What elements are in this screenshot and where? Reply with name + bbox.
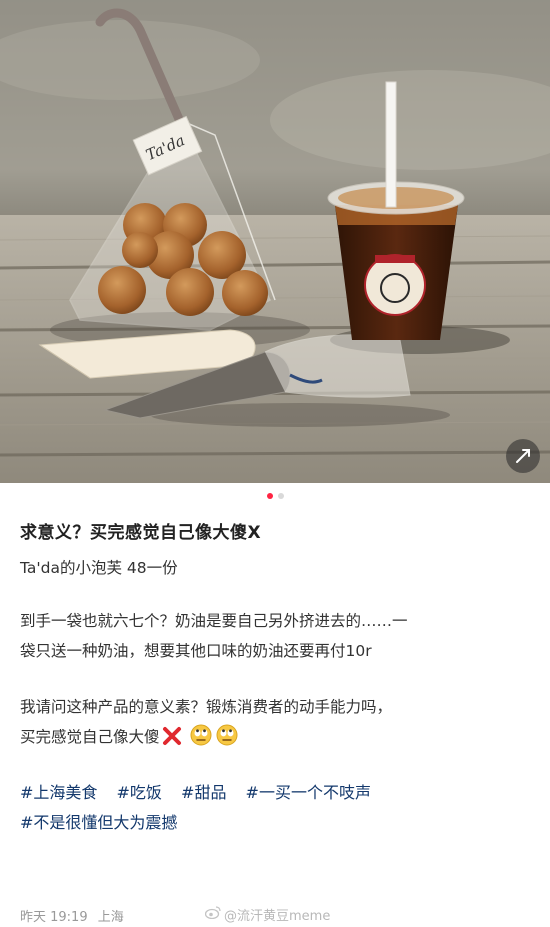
hashtag[interactable]: #一买一个不吱声 [246, 783, 371, 802]
paragraph-1-line-1: 到手一袋也就六七个？奶油是要自己另外挤进去的……一 [20, 612, 408, 630]
post-meta: 昨天 19:19 上海 [20, 906, 130, 925]
carousel-dot-2[interactable] [277, 493, 284, 499]
post-location: 上海 [97, 910, 124, 925]
paragraph-2-line-2-wrap: 买完感觉自己像大傻 [20, 722, 535, 756]
post-photo[interactable]: Ta'da [0, 0, 550, 483]
post-title: 求意义？买完感觉自己像大傻X [20, 523, 262, 543]
photo-illustration: Ta'da [0, 0, 550, 483]
post-date: 昨天 19:19 [20, 910, 88, 925]
watermark-text: @流汗黄豆meme [224, 909, 331, 924]
hashtag[interactable]: #甜品 [181, 783, 226, 802]
carousel-dot-1[interactable] [266, 493, 273, 499]
watermark: @流汗黄豆meme [204, 905, 331, 924]
post-tags: #上海美食 #吃饭 #甜品 #一买一个不吱声 #不是很懂但大为震撼 [20, 778, 535, 838]
expand-icon [515, 448, 531, 464]
hashtag[interactable]: #吃饭 [117, 783, 162, 802]
eye-roll-emoji-icon [190, 724, 212, 756]
paragraph-2-line-1: 我请问这种产品的意义素？锻炼消费者的动手能力吗， [20, 698, 393, 716]
post-content: 求意义？买完感觉自己像大傻X Ta'da的小泡芙 48一份 到手一袋也就六七个？… [20, 520, 535, 838]
post-paragraph-2: 我请问这种产品的意义素？锻炼消费者的动手能力吗， 买完感觉自己像大傻 [20, 692, 535, 756]
paragraph-2-line-2: 买完感觉自己像大傻 [20, 728, 160, 746]
carousel-indicator [0, 493, 550, 499]
hashtag[interactable]: #不是很懂但大为震撼 [20, 813, 177, 832]
paragraph-1-line-2: 袋只送一种奶油，想要其他口味的奶油还要再付10r [20, 642, 372, 660]
eye-roll-emoji-icon [216, 724, 238, 756]
cross-mark-icon [162, 726, 182, 756]
weibo-icon [204, 906, 221, 923]
expand-button[interactable] [506, 439, 540, 473]
post-subtitle: Ta'da的小泡芙 48一份 [20, 559, 178, 577]
post-paragraph-1: 到手一袋也就六七个？奶油是要自己另外挤进去的……一 袋只送一种奶油，想要其他口味… [20, 606, 535, 666]
hashtag[interactable]: #上海美食 [20, 783, 97, 802]
